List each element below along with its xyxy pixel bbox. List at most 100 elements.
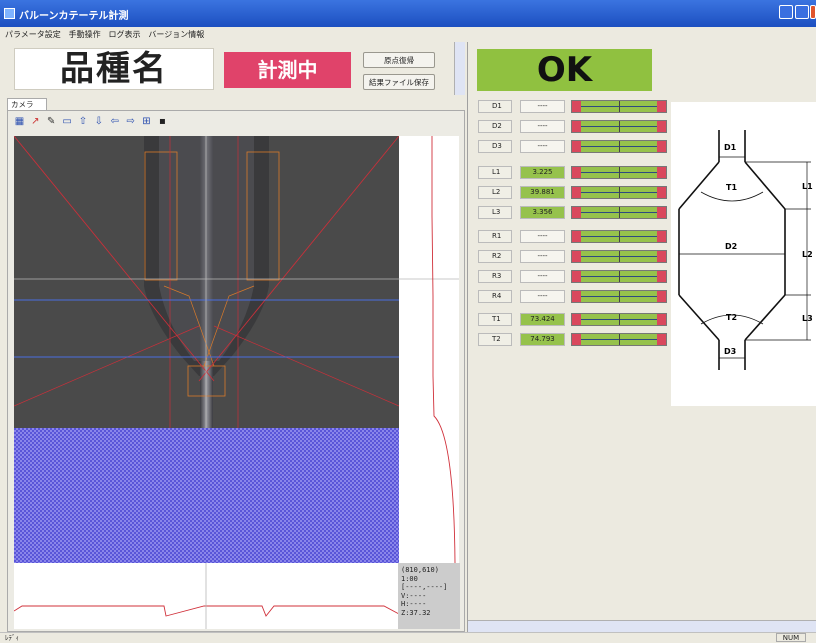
measurement-value: ---- (520, 140, 565, 153)
save-results-button[interactable]: 結果ファイル保存 (363, 74, 435, 90)
num-lock-indicator: NUM (776, 633, 806, 642)
arrow-up-icon[interactable]: ⇧ (78, 116, 89, 128)
measurement-value: ---- (520, 100, 565, 113)
tolerance-bar (571, 140, 667, 153)
result-indicator: OK (477, 49, 652, 91)
measurement-value: ---- (520, 230, 565, 243)
measurement-label: R4 (478, 290, 512, 303)
menu-version-info[interactable]: バージョン情報 (148, 29, 204, 40)
measurement-value: ---- (520, 290, 565, 303)
arrow-left-icon[interactable]: ⇦ (109, 116, 120, 128)
ruler-icon[interactable]: ▭ (62, 116, 73, 128)
measurement-value: ---- (520, 120, 565, 133)
label-d2: D2 (725, 242, 737, 251)
tolerance-lower-limit (572, 141, 581, 152)
tolerance-upper-limit (657, 231, 666, 242)
label-d1: D1 (724, 143, 737, 152)
measurement-value: ---- (520, 250, 565, 263)
tolerance-center-mark (619, 334, 620, 345)
right-horizontal-scrollbar[interactable] (468, 620, 816, 632)
tolerance-bar (571, 230, 667, 243)
tolerance-lower-limit (572, 167, 581, 178)
tolerance-bar (571, 166, 667, 179)
save-icon[interactable]: ▪ (157, 116, 168, 128)
tolerance-bar (571, 333, 667, 346)
status-text: ﾚﾃﾞｨ (5, 634, 19, 642)
camera-panel: ▦ ↗ ✎ ▭ ⇧ ⇩ ⇦ ⇨ ⊞ ▪ (810,610) 1:00 [----… (7, 110, 465, 632)
tolerance-center-mark (619, 101, 620, 112)
product-name: 品種名 (14, 48, 214, 90)
label-t2: T2 (726, 313, 737, 322)
tolerance-bar (571, 206, 667, 219)
tolerance-lower-limit (572, 207, 581, 218)
pencil-icon[interactable]: ✎ (46, 116, 57, 128)
title-bar: バルーンカテーテル計測 (0, 0, 816, 27)
tolerance-center-mark (619, 271, 620, 282)
minimize-icon[interactable] (779, 5, 793, 19)
measurement-value: ---- (520, 270, 565, 283)
readout-z: Z:37.32 (401, 608, 431, 617)
tolerance-lower-limit (572, 101, 581, 112)
measurement-label: R2 (478, 250, 512, 263)
tolerance-lower-limit (572, 314, 581, 325)
readout-scale: 1:00 (401, 574, 418, 583)
tolerance-lower-limit (572, 251, 581, 262)
tolerance-bar (571, 250, 667, 263)
close-icon[interactable] (810, 5, 816, 19)
balloon-diagram: D1 T1 D2 T2 D3 L1 L2 L3 (671, 102, 816, 406)
readout-v: V:---- (401, 591, 427, 600)
origin-return-button[interactable]: 原点復帰 (363, 52, 435, 68)
arrow-down-icon[interactable]: ⇩ (93, 116, 104, 128)
label-l1: L1 (802, 182, 813, 191)
tolerance-upper-limit (657, 121, 666, 132)
camera-view[interactable]: (810,610) 1:00 [----,----] V:---- H:----… (13, 135, 460, 629)
label-l3: L3 (802, 314, 813, 323)
measurement-label: L1 (478, 166, 512, 179)
label-t1: T1 (726, 183, 737, 192)
tolerance-upper-limit (657, 207, 666, 218)
tolerance-upper-limit (657, 141, 666, 152)
tolerance-center-mark (619, 231, 620, 242)
menu-parameter-settings[interactable]: パラメータ設定 (5, 29, 61, 40)
menu-bar: パラメータ設定 手動操作 ログ表示 バージョン情報 (0, 27, 816, 41)
tolerance-center-mark (619, 121, 620, 132)
menu-log-view[interactable]: ログ表示 (109, 29, 141, 40)
maximize-icon[interactable] (795, 5, 809, 19)
measurement-label: T1 (478, 313, 512, 326)
measurement-label: D3 (478, 140, 512, 153)
tolerance-lower-limit (572, 187, 581, 198)
tolerance-lower-limit (572, 121, 581, 132)
measurement-label: D1 (478, 100, 512, 113)
tolerance-lower-limit (572, 231, 581, 242)
tolerance-center-mark (619, 291, 620, 302)
tolerance-center-mark (619, 167, 620, 178)
tolerance-center-mark (619, 187, 620, 198)
grid-icon[interactable]: ▦ (14, 116, 25, 128)
tolerance-bar (571, 100, 667, 113)
measurement-label: L3 (478, 206, 512, 219)
grid-select-icon[interactable]: ⊞ (141, 116, 152, 128)
tolerance-upper-limit (657, 187, 666, 198)
tolerance-center-mark (619, 314, 620, 325)
menu-manual-operation[interactable]: 手動操作 (69, 29, 101, 40)
tolerance-upper-limit (657, 334, 666, 345)
measurement-label: L2 (478, 186, 512, 199)
measurement-label: T2 (478, 333, 512, 346)
pen-icon[interactable]: ↗ (30, 116, 41, 128)
readout-h: H:---- (401, 600, 427, 608)
readout-position: (810,610) (401, 566, 439, 574)
measurement-value: 73.424 (520, 313, 565, 326)
label-l2: L2 (802, 250, 813, 259)
header-scrollbar[interactable] (454, 42, 465, 95)
tolerance-upper-limit (657, 291, 666, 302)
measurement-value: 39.881 (520, 186, 565, 199)
tolerance-center-mark (619, 141, 620, 152)
tolerance-lower-limit (572, 271, 581, 282)
tolerance-center-mark (619, 251, 620, 262)
tolerance-bar (571, 186, 667, 199)
measurement-value: 74.793 (520, 333, 565, 346)
arrow-right-icon[interactable]: ⇨ (125, 116, 136, 128)
left-pane: 品種名 計測中 原点復帰 結果ファイル保存 カメラ ▦ ↗ ✎ ▭ ⇧ ⇩ ⇦ … (5, 42, 465, 632)
coordinate-readout: (810,610) 1:00 [----,----] V:---- H:----… (398, 563, 460, 629)
tolerance-upper-limit (657, 271, 666, 282)
